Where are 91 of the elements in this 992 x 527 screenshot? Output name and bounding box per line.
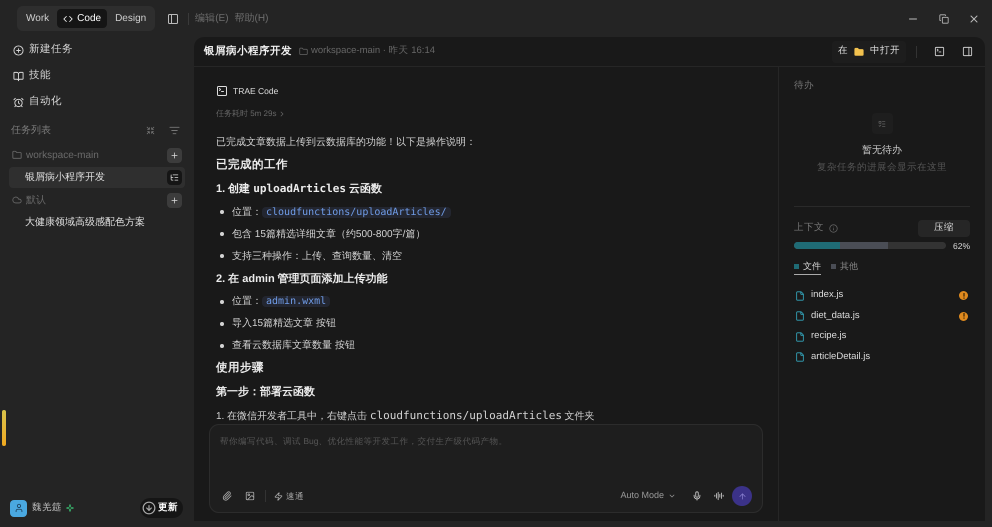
avatar[interactable] xyxy=(10,500,27,516)
empty-hint: 复杂任务的进展会显示在这里 xyxy=(817,161,947,176)
bullet-text: 导入15篇精选文章 按钮 xyxy=(232,316,336,331)
mode-tab[interactable]: Design xyxy=(109,9,152,28)
send-button[interactable] xyxy=(732,486,752,506)
task-item[interactable]: 大健康领域高级感配色方案 xyxy=(9,212,185,233)
bullet-text: 查看云数据库文章数量 按钮 xyxy=(232,338,355,353)
filter-icon[interactable] xyxy=(169,124,180,136)
attach-icon[interactable] xyxy=(222,491,232,501)
list-icon xyxy=(878,120,886,128)
nav-item[interactable]: 自动化 xyxy=(9,89,185,115)
person-icon xyxy=(14,503,24,513)
group-name: 默认 xyxy=(26,194,47,208)
arrow-up-icon xyxy=(738,492,746,500)
empty-title: 暂无待办 xyxy=(862,144,902,158)
compress-button[interactable]: 压缩 xyxy=(918,220,970,236)
task-item[interactable]: 银屑病小程序开发 xyxy=(9,167,185,188)
add-task-button[interactable] xyxy=(167,148,182,162)
open-in-folder-button[interactable]: 在 中打开 xyxy=(832,40,906,62)
file-name: articleDetail.js xyxy=(811,350,872,364)
info-icon[interactable] xyxy=(829,224,838,232)
lightning-icon xyxy=(274,492,283,500)
group-name: workspace-main xyxy=(26,148,100,162)
mode-tab[interactable]: Work xyxy=(20,9,56,28)
collapse-icon[interactable] xyxy=(146,126,155,134)
nav-item[interactable]: 新建任务 xyxy=(9,37,185,63)
plus-icon xyxy=(170,196,179,204)
message-paragraph: 1. 在微信开发者工具中，右键点击 cloudfunctions/uploadArticles 文件夹 xyxy=(216,408,596,424)
chevron-down-icon xyxy=(668,492,676,500)
add-task-button[interactable] xyxy=(167,192,182,208)
nav-item[interactable]: 技能 xyxy=(9,63,185,89)
task-title: 大健康领域高级感配色方案 xyxy=(25,216,146,230)
download-icon xyxy=(142,501,156,515)
user-name: 魏羌筵 xyxy=(32,500,62,515)
folder-icon xyxy=(854,46,864,56)
file-item[interactable]: diet_data.js xyxy=(794,306,970,326)
bullet-text: 位置： admin.wxml xyxy=(232,294,330,309)
folder-icon xyxy=(12,150,22,160)
file-item[interactable]: recipe.js xyxy=(794,326,970,347)
list-icon xyxy=(170,173,179,182)
bullet-text: 包含 15篇精选详细文章（约500-800字/篇） xyxy=(232,228,426,242)
file-name: index.js xyxy=(811,288,844,302)
task-title: 银屑病小程序开发 xyxy=(25,170,106,185)
workspace-info: workspace-main · 昨天 16:14 xyxy=(311,44,436,58)
context-tab[interactable]: 文件 xyxy=(794,258,821,276)
microphone-icon[interactable] xyxy=(692,491,702,501)
sidebar-toggle-icon[interactable] xyxy=(167,12,180,24)
mode-tab[interactable]: Code xyxy=(57,9,108,28)
file-name: recipe.js xyxy=(811,329,848,344)
image-icon[interactable] xyxy=(245,491,255,501)
message-heading: 使用步骤 xyxy=(216,360,265,376)
context-tab[interactable]: 其他 xyxy=(831,258,858,276)
audio-wave-icon[interactable] xyxy=(714,491,724,501)
code-icon xyxy=(63,14,74,24)
message-subheading: 2. 在 admin 管理页面添加上传功能 xyxy=(216,272,389,286)
close-icon[interactable] xyxy=(968,12,980,24)
sparkle-icon xyxy=(66,504,74,512)
quick-mode-button[interactable]: 速通 xyxy=(274,490,304,502)
todo-title: 待办 xyxy=(794,79,815,93)
update-button[interactable]: 更新 xyxy=(140,498,183,518)
message-subheading: 第一步：部署云函数 xyxy=(216,384,316,400)
folder-icon xyxy=(299,47,308,56)
usage-percent: 62% xyxy=(952,240,970,252)
file-item[interactable]: index.js xyxy=(794,285,970,306)
file-icon xyxy=(795,311,805,321)
scroll-indicator xyxy=(2,410,6,446)
task-outline-button[interactable] xyxy=(167,170,182,185)
section-title: 任务列表 xyxy=(11,124,52,138)
plus-icon xyxy=(170,150,179,160)
bullet-text: 位置： cloudfunctions/uploadArticles/ xyxy=(232,204,451,220)
file-item[interactable]: articleDetail.js xyxy=(794,346,970,368)
book-icon xyxy=(13,70,24,82)
agent-icon xyxy=(216,85,228,98)
task-title-heading: 银屑病小程序开发 xyxy=(204,44,292,59)
file-icon xyxy=(795,352,805,362)
message-heading: 已完成的工作 xyxy=(216,157,289,173)
alarm-clock-icon xyxy=(13,96,24,108)
message-subheading: 1. 创建 uploadArticles 云函数 xyxy=(216,181,384,197)
agent-name: TRAE Code xyxy=(233,85,278,98)
panel-icon[interactable] xyxy=(962,46,973,57)
mode-dropdown[interactable]: Auto Mode xyxy=(620,489,676,503)
plus-circle-icon xyxy=(13,44,24,56)
file-icon xyxy=(795,290,805,300)
message-paragraph: 已完成文章数据上传到云数据库的功能！以下是操作说明： xyxy=(216,136,477,150)
bullet-text: 支持三种操作：上传、查询数量、清空 xyxy=(232,250,402,264)
context-title: 上下文 xyxy=(794,220,824,235)
cloud-icon xyxy=(12,195,22,205)
file-icon xyxy=(795,332,805,342)
restore-icon[interactable] xyxy=(939,14,949,24)
file-name: diet_data.js xyxy=(811,308,861,323)
terminal-icon[interactable] xyxy=(934,46,945,57)
